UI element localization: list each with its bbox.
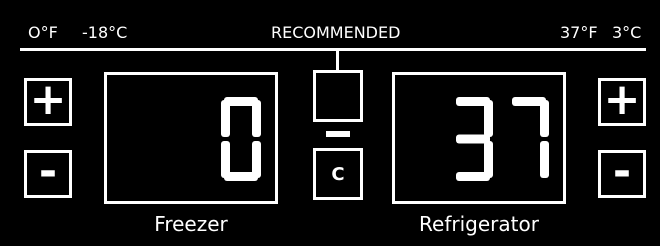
plus-icon: + — [29, 74, 67, 125]
refrigerator-digit — [512, 97, 549, 178]
recommended-indicator-box — [313, 70, 363, 122]
refrigerator-celsius-label: 3°C — [612, 23, 642, 42]
refrigerator-fahrenheit-label: 37°F — [560, 23, 598, 42]
refrigerator-caption: Refrigerator — [419, 212, 539, 236]
freezer-decrease-button[interactable]: - — [24, 150, 72, 198]
recommended-connector — [336, 48, 339, 71]
refrigerator-increase-button[interactable]: + — [598, 78, 646, 126]
refrigerator-decrease-button[interactable]: - — [598, 150, 646, 198]
plus-icon: + — [603, 74, 641, 125]
freezer-digit — [221, 97, 261, 181]
freezer-fahrenheit-label: O°F — [28, 23, 58, 42]
refrigerator-display: 37 — [392, 72, 566, 204]
minus-icon: - — [38, 146, 58, 197]
freezer-display: 0 — [104, 72, 278, 204]
freezer-temperature-value: 0 — [221, 97, 261, 181]
unit-toggle-button[interactable]: C — [313, 148, 363, 200]
refrigerator-temperature-value: 37 — [453, 97, 549, 181]
segment-b — [540, 100, 549, 137]
freezer-caption: Freezer — [154, 212, 228, 236]
segment-b — [252, 100, 261, 137]
segment-c — [540, 141, 549, 178]
segment-d — [456, 172, 490, 181]
segment-e — [221, 141, 230, 178]
indicator-dash — [326, 131, 350, 137]
refrigerator-digit — [456, 97, 493, 181]
minus-icon: - — [612, 146, 632, 197]
scale-divider — [20, 48, 646, 51]
segment-f — [221, 100, 230, 137]
unit-toggle-label: C — [331, 163, 345, 185]
recommended-label: RECOMMENDED — [271, 23, 401, 42]
segment-b — [484, 100, 493, 137]
freezer-increase-button[interactable]: + — [24, 78, 72, 126]
freezer-celsius-label: -18°C — [82, 23, 128, 42]
